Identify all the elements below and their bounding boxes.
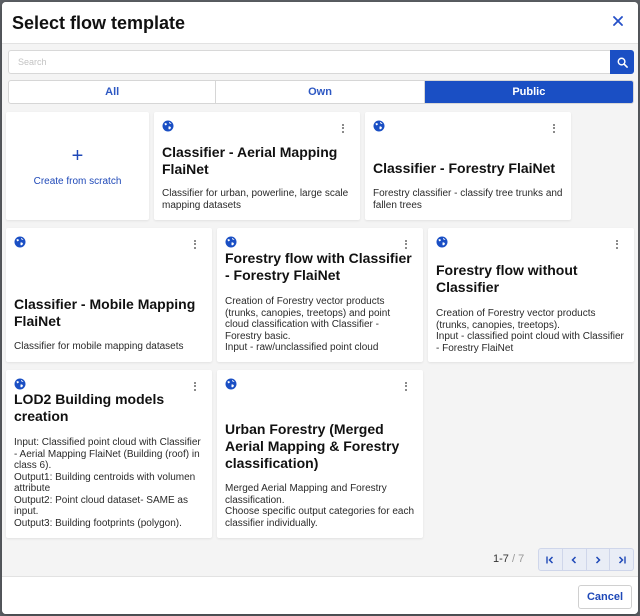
card-menu-button[interactable] [403, 238, 409, 250]
card-title: Forestry flow without Classifier [436, 262, 578, 295]
card-menu-button[interactable] [340, 122, 346, 134]
next-page-icon [595, 555, 601, 564]
card-description: Creation of Forestry vector products (tr… [225, 296, 391, 353]
card-description: Input: Classified point cloud with Class… [14, 437, 201, 529]
template-card[interactable]: Forestry flow with Classifier - Forestry… [217, 228, 423, 362]
card-title: Forestry flow with Classifier - Forestry… [225, 250, 412, 283]
template-card[interactable]: Classifier - Aerial Mapping FlaiNet Clas… [154, 112, 360, 220]
card-description: Merged Aerial Mapping and Forestry class… [225, 483, 414, 529]
pagination-controls [538, 548, 634, 571]
create-from-scratch-label: Create from scratch [33, 175, 122, 187]
card-description: Classifier for urban, powerline, large s… [162, 188, 349, 211]
globe-icon [225, 236, 237, 248]
template-card[interactable]: Urban Forestry (Merged Aerial Mapping & … [217, 370, 423, 538]
globe-icon [225, 378, 237, 390]
globe-icon [14, 378, 26, 390]
globe-icon [373, 120, 385, 132]
dialog-title: Select flow template [12, 13, 186, 33]
card-menu-button[interactable] [192, 238, 198, 250]
last-page-icon [618, 555, 626, 564]
globe-icon [436, 236, 448, 248]
previous-page-icon [571, 555, 577, 564]
card-menu-button[interactable] [551, 122, 557, 134]
pagination-separator: / [508, 553, 519, 565]
cancel-button[interactable]: Cancel [578, 585, 632, 609]
dialog-footer: Cancel [2, 576, 638, 614]
first-page-button[interactable] [539, 549, 563, 570]
card-description: Creation of Forestry vector products (tr… [436, 308, 624, 354]
template-card[interactable]: Forestry flow without Classifier Creatio… [428, 228, 634, 362]
card-title: LOD2 Building models creation [14, 391, 165, 424]
template-card[interactable]: Classifier - Mobile Mapping FlaiNet Clas… [6, 228, 212, 362]
pagination-range-value: 1-7 [493, 553, 509, 565]
plus-icon: + [71, 144, 84, 167]
close-button[interactable] [608, 11, 628, 31]
filter-tabs: All Own Public [8, 80, 634, 104]
globe-icon [162, 120, 174, 132]
pagination-range: 1-7 / 7 [493, 553, 524, 565]
card-title: Urban Forestry (Merged Aerial Mapping & … [225, 421, 400, 471]
search-input[interactable] [8, 50, 610, 74]
first-page-icon [546, 555, 554, 564]
last-page-button[interactable] [610, 549, 633, 570]
create-from-scratch-card[interactable]: + Create from scratch [6, 112, 149, 220]
search-bar [8, 50, 634, 74]
dialog-header: Select flow template [2, 2, 638, 44]
search-icon [617, 57, 628, 68]
globe-icon [14, 236, 26, 248]
close-icon [613, 16, 623, 26]
tab-public[interactable]: Public [424, 81, 633, 103]
pagination-total: 7 [518, 553, 525, 565]
card-description: Forestry classifier - classify tree trun… [373, 188, 563, 211]
previous-page-button[interactable] [563, 549, 587, 570]
search-button[interactable] [610, 50, 634, 74]
tab-own[interactable]: Own [216, 81, 425, 103]
select-flow-template-dialog: Select flow template All Own Public + Cr… [2, 2, 638, 614]
next-page-button[interactable] [587, 549, 611, 570]
card-title: Classifier - Forestry FlaiNet [373, 160, 556, 176]
card-menu-button[interactable] [403, 380, 409, 392]
card-description: Classifier for mobile mapping datasets [14, 341, 184, 352]
template-card[interactable]: LOD2 Building models creation Input: Cla… [6, 370, 212, 538]
card-title: Classifier - Mobile Mapping FlaiNet [14, 296, 196, 329]
tab-all[interactable]: All [9, 81, 217, 103]
template-card[interactable]: Classifier - Forestry FlaiNet Forestry c… [365, 112, 571, 220]
card-title: Classifier - Aerial Mapping FlaiNet [162, 144, 338, 177]
card-menu-button[interactable] [614, 238, 620, 250]
